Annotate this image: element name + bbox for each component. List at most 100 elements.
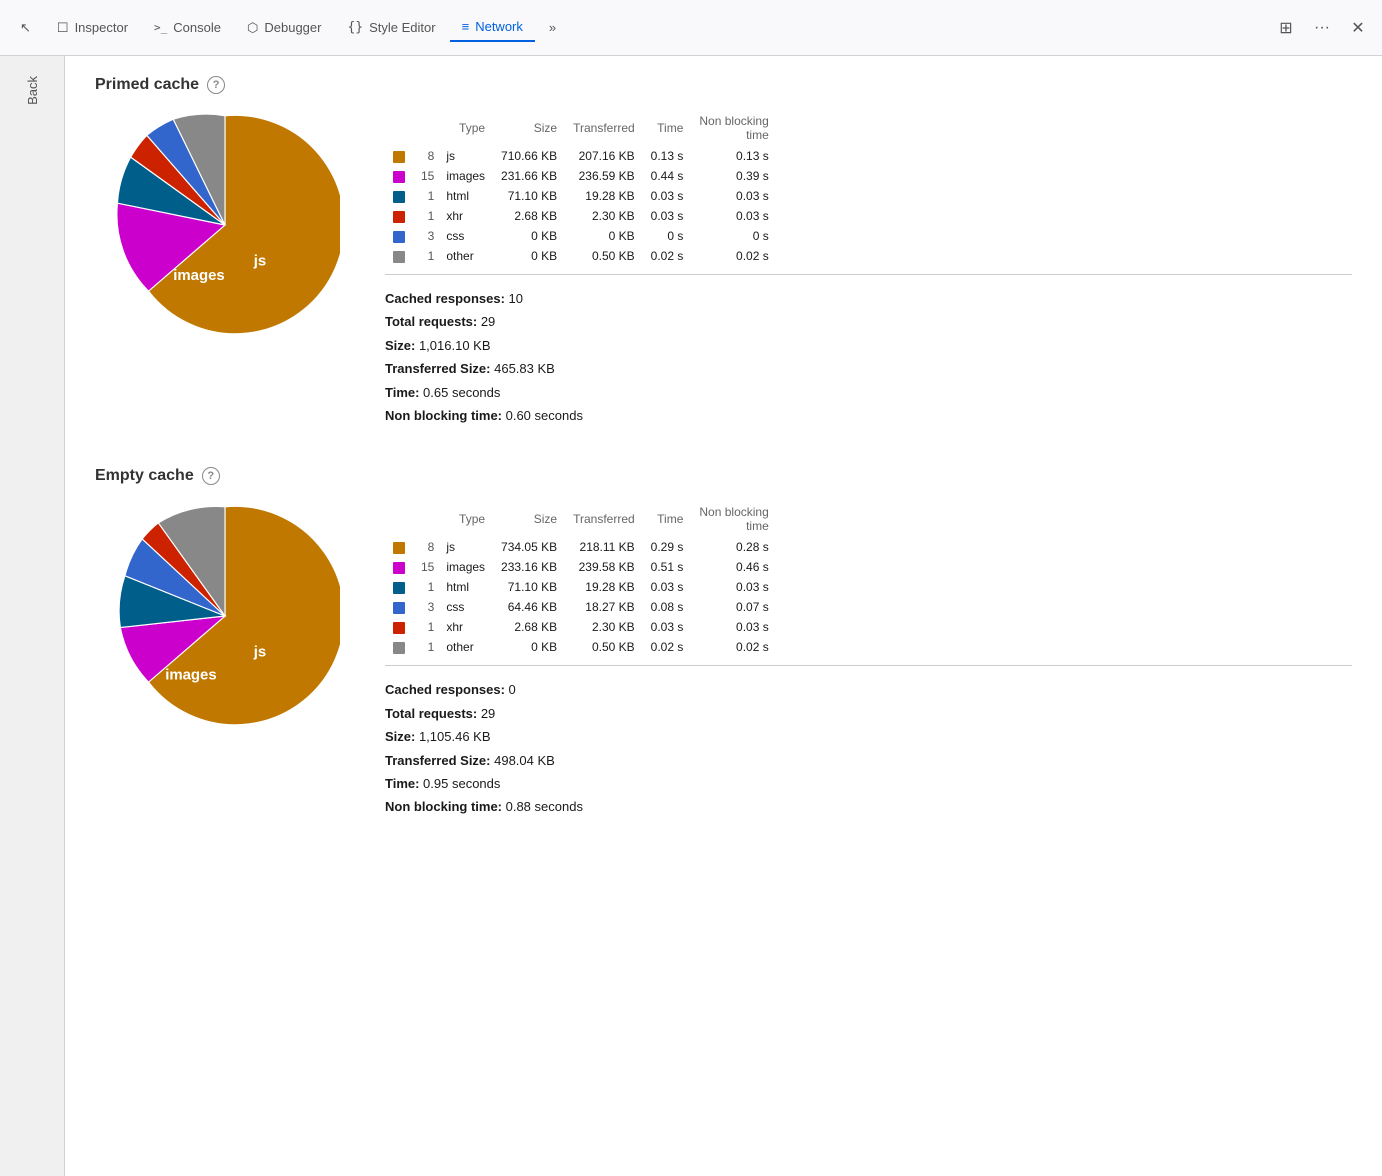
table-row: 3 css 0 KB 0 KB 0 s 0 s [385,226,777,246]
empty-cache-help-icon[interactable]: ? [202,467,220,485]
col-swatch2 [385,501,413,537]
row-swatch [385,557,413,577]
debugger-button[interactable]: ⬡ Debugger [235,14,333,42]
cursor-icon: ↖ [20,20,31,36]
network-button[interactable]: ≡ Network [450,13,535,42]
empty-cache-pie: js images [95,501,355,731]
row-time: 0.02 s [643,246,692,266]
row-nonblocking: 0.02 s [691,637,776,657]
col-swatch [385,110,413,146]
summary-line: Time: 0.65 seconds [385,381,1352,404]
inspector-button[interactable]: ☐ Inspector [45,14,140,42]
summary-line: Total requests: 29 [385,702,1352,725]
table-row: 3 css 64.46 KB 18.27 KB 0.08 s 0.07 s [385,597,777,617]
row-size: 71.10 KB [493,577,565,597]
summary-line: Size: 1,105.46 KB [385,725,1352,748]
network-icon: ≡ [462,19,470,34]
row-swatch [385,166,413,186]
row-time: 0.03 s [643,206,692,226]
empty-cache-pie-svg: js images [110,501,340,731]
row-count: 8 [413,537,442,557]
empty-cache-table: Type Size Transferred Time Non blockingt… [385,501,777,657]
row-count: 3 [413,226,442,246]
row-time: 0.08 s [643,597,692,617]
row-swatch [385,226,413,246]
primed-cache-pie-svg: js images [110,110,340,340]
row-size: 0 KB [493,226,565,246]
row-swatch [385,617,413,637]
row-type: xhr [442,206,493,226]
images-pie-label-2: images [165,667,216,684]
summary-line: Cached responses: 0 [385,678,1352,701]
row-time: 0.02 s [643,637,692,657]
row-transferred: 239.58 KB [565,557,643,577]
row-transferred: 2.30 KB [565,617,643,637]
style-editor-button[interactable]: {} Style Editor [335,14,447,41]
col-time: Time [643,110,692,146]
console-label: Console [173,20,221,35]
more-options-button[interactable]: ··· [1306,12,1338,44]
row-swatch [385,146,413,166]
table-row: 15 images 231.66 KB 236.59 KB 0.44 s 0.3… [385,166,777,186]
summary-line: Time: 0.95 seconds [385,772,1352,795]
row-nonblocking: 0.03 s [691,577,776,597]
primed-cache-header: Primed cache ? [95,76,1352,94]
responsive-design-button[interactable]: ⊞ [1270,12,1302,44]
col-size2: Size [493,501,565,537]
back-button[interactable]: Back [17,68,48,113]
row-time: 0.29 s [643,537,692,557]
empty-cache-header: Empty cache ? [95,467,1352,485]
row-count: 1 [413,206,442,226]
row-transferred: 19.28 KB [565,186,643,206]
row-transferred: 218.11 KB [565,537,643,557]
row-nonblocking: 0.39 s [691,166,776,186]
row-type: images [442,557,493,577]
overflow-button[interactable]: » [537,14,568,41]
primed-cache-summary: Cached responses: 10Total requests: 29Si… [385,287,1352,427]
summary-line: Cached responses: 10 [385,287,1352,310]
row-swatch [385,206,413,226]
inspector-icon: ☐ [57,20,69,36]
row-transferred: 0.50 KB [565,246,643,266]
row-swatch [385,637,413,657]
row-type: js [442,146,493,166]
row-nonblocking: 0.13 s [691,146,776,166]
primed-cache-section: Primed cache ? [95,76,1352,427]
row-time: 0.13 s [643,146,692,166]
content-area: Primed cache ? [65,56,1382,1176]
close-devtools-button[interactable]: ✕ [1342,12,1374,44]
table-row: 1 xhr 2.68 KB 2.30 KB 0.03 s 0.03 s [385,617,777,637]
row-swatch [385,577,413,597]
row-size: 71.10 KB [493,186,565,206]
row-nonblocking: 0.46 s [691,557,776,577]
row-nonblocking: 0.03 s [691,186,776,206]
row-type: html [442,577,493,597]
sidebar: Back [0,56,65,1176]
row-count: 1 [413,577,442,597]
summary-line: Total requests: 29 [385,310,1352,333]
empty-cache-table-container: Type Size Transferred Time Non blockingt… [385,501,1352,818]
summary-line: Non blocking time: 0.60 seconds [385,404,1352,427]
row-count: 1 [413,186,442,206]
js-pie-label: js [253,252,266,269]
table-row: 8 js 734.05 KB 218.11 KB 0.29 s 0.28 s [385,537,777,557]
console-button[interactable]: >_ Console [142,14,233,41]
row-size: 231.66 KB [493,166,565,186]
table-row: 8 js 710.66 KB 207.16 KB 0.13 s 0.13 s [385,146,777,166]
empty-cache-section: Empty cache ? [95,467,1352,818]
summary-line: Transferred Size: 465.83 KB [385,357,1352,380]
col-nonblocking2: Non blockingtime [691,501,776,537]
primed-cache-help-icon[interactable]: ? [207,76,225,94]
row-size: 0 KB [493,246,565,266]
empty-cache-summary: Cached responses: 0Total requests: 29Siz… [385,678,1352,818]
overflow-icon: » [549,20,556,35]
network-label: Network [475,19,523,34]
col-nonblocking: Non blockingtime [691,110,776,146]
cursor-tool-button[interactable]: ↖ [8,14,43,42]
console-icon: >_ [154,21,167,34]
col-count2 [413,501,442,537]
table-row: 1 other 0 KB 0.50 KB 0.02 s 0.02 s [385,637,777,657]
row-time: 0 s [643,226,692,246]
style-editor-label: Style Editor [369,20,435,35]
row-type: other [442,637,493,657]
